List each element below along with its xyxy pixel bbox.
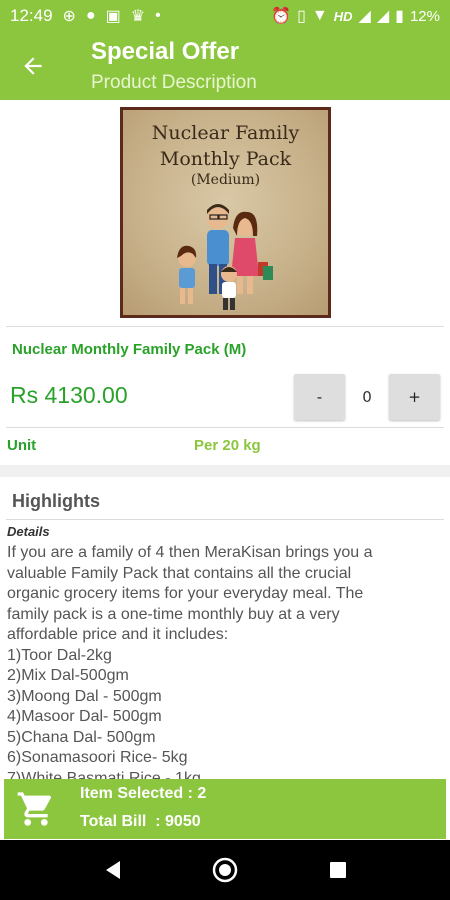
battery-icon: ▮ bbox=[395, 8, 404, 25]
highlights-title: Highlights bbox=[12, 491, 100, 511]
image-text-line2: Monthly Pack bbox=[159, 148, 292, 170]
message-notification-icon: ● bbox=[85, 7, 96, 24]
family-illustration bbox=[177, 204, 273, 310]
unit-label: Unit bbox=[7, 437, 37, 454]
app-bar: Special Offer Product Description bbox=[0, 32, 450, 100]
crown-notification-icon: ♛ bbox=[130, 8, 146, 25]
quantity-value: 0 bbox=[362, 388, 372, 406]
product-image: Nuclear Family Monthly Pack (Medium) bbox=[120, 107, 331, 318]
nav-back-icon[interactable] bbox=[98, 855, 128, 885]
divider bbox=[6, 427, 444, 428]
product-description: If you are a family of 4 then MeraKisan … bbox=[7, 544, 373, 779]
status-time: 12:49 bbox=[10, 6, 53, 25]
nav-home-icon[interactable] bbox=[210, 855, 240, 885]
system-navigation-bar bbox=[0, 840, 450, 900]
details-label: Details bbox=[7, 524, 50, 539]
section-separator bbox=[0, 465, 450, 477]
increase-quantity-button[interactable]: + bbox=[389, 374, 440, 420]
more-dot-icon: • bbox=[155, 7, 161, 24]
image-text-line1: Nuclear Family bbox=[151, 122, 300, 144]
product-name: Nuclear Monthly Family Pack (M) bbox=[12, 341, 247, 358]
vibrate-icon: ▯ bbox=[297, 8, 306, 25]
cart-summary-bar[interactable]: Item Selected : 2 Total Bill : 9050 bbox=[4, 779, 446, 839]
arrow-left-icon bbox=[24, 57, 42, 75]
app-notification-icon: ⊕ bbox=[62, 8, 76, 25]
gallery-notification-icon: ▣ bbox=[105, 8, 121, 25]
total-bill: Total Bill : 9050 bbox=[80, 813, 201, 830]
wifi-icon: ▼ bbox=[311, 7, 328, 24]
page-subtitle: Product Description bbox=[91, 72, 257, 93]
items-selected-count: Item Selected : 2 bbox=[80, 785, 207, 802]
product-price: Rs 4130.00 bbox=[10, 382, 128, 408]
signal-2-icon: ◢ bbox=[376, 8, 390, 25]
signal-icon: ◢ bbox=[358, 8, 371, 25]
alarm-icon: ⏰ bbox=[271, 8, 292, 25]
unit-value: Per 20 kg bbox=[194, 437, 261, 454]
network-type: HD bbox=[333, 8, 353, 24]
status-bar: 12:49 ⊕ ● ▣ ♛ • ⏰ ▯ ▼ HD ◢ ◢ ▮ 12% bbox=[0, 0, 450, 32]
shopping-cart-icon bbox=[17, 792, 52, 826]
divider bbox=[6, 519, 444, 520]
battery-level: 12% bbox=[409, 7, 440, 25]
divider bbox=[6, 326, 444, 327]
decrease-quantity-button[interactable]: - bbox=[294, 374, 345, 420]
page-title: Special Offer bbox=[91, 38, 240, 65]
image-text-line3: (Medium) bbox=[190, 172, 261, 188]
back-button[interactable] bbox=[20, 46, 50, 86]
nav-recent-apps-icon[interactable] bbox=[323, 855, 353, 885]
